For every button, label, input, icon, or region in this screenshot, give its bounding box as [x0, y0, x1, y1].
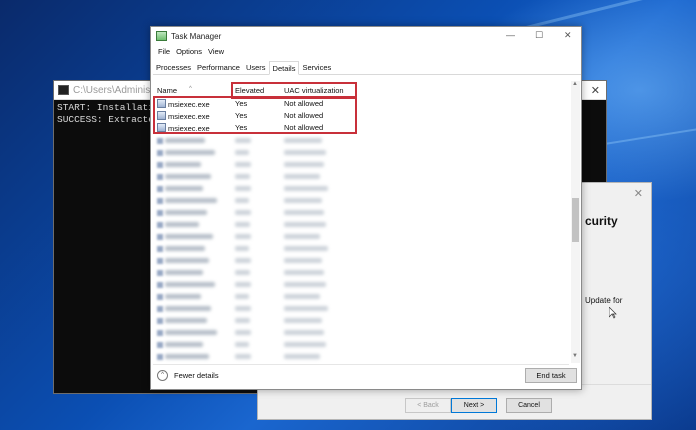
close-icon[interactable]: ✕	[591, 84, 600, 97]
cancel-button[interactable]: Cancel	[506, 398, 552, 413]
menu-view[interactable]: View	[205, 47, 227, 56]
fewer-details-toggle[interactable]: ^ Fewer details	[157, 370, 219, 381]
tab-services[interactable]: Services	[299, 61, 334, 74]
scroll-up-icon[interactable]: ▲	[572, 81, 578, 87]
tab-performance[interactable]: Performance	[194, 61, 243, 74]
installer-heading: curity	[585, 214, 618, 228]
column-header-name[interactable]: Name	[157, 86, 177, 95]
vertical-scrollbar[interactable]: ▲ ▼	[571, 81, 580, 363]
close-icon[interactable]: ✕	[564, 30, 572, 41]
menu-bar: File Options View	[155, 47, 227, 56]
close-icon[interactable]: ✕	[634, 187, 643, 200]
scrollbar-thumb[interactable]	[572, 198, 579, 242]
next-button[interactable]: Next >	[451, 398, 497, 413]
sort-arrow-icon: ^	[189, 86, 192, 92]
maximize-icon[interactable]: ☐	[535, 30, 543, 41]
fewer-details-label: Fewer details	[174, 371, 219, 380]
back-button[interactable]: < Back	[405, 398, 451, 413]
details-table[interactable]: ^ Name Elevated UAC virtualization msiex…	[153, 78, 569, 365]
scroll-down-icon[interactable]: ▼	[572, 353, 578, 359]
console-icon	[58, 85, 69, 95]
minimize-icon[interactable]: —	[506, 30, 515, 40]
mouse-cursor-icon	[609, 307, 617, 319]
task-manager-titlebar[interactable]: Task Manager — ☐ ✕	[151, 27, 581, 45]
highlight-box-rows	[153, 96, 357, 134]
tab-processes[interactable]: Processes	[153, 61, 194, 74]
menu-file[interactable]: File	[155, 47, 173, 56]
tab-users[interactable]: Users	[243, 61, 269, 74]
task-manager-window[interactable]: Task Manager — ☐ ✕ File Options View Pro…	[150, 26, 582, 390]
end-task-button[interactable]: End task	[525, 368, 577, 383]
task-manager-icon	[156, 31, 167, 41]
task-manager-title: Task Manager	[171, 31, 222, 41]
menu-options[interactable]: Options	[173, 47, 205, 56]
tab-bar: Processes Performance Users Details Serv…	[153, 61, 581, 75]
installer-text: Update for	[585, 296, 623, 305]
tab-details[interactable]: Details	[268, 61, 300, 75]
chevron-up-icon: ^	[157, 370, 168, 381]
